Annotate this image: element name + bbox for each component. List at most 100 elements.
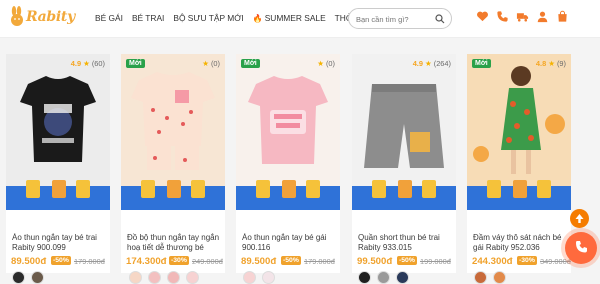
star-icon: ★ bbox=[548, 59, 555, 68]
product-card[interactable]: 4.9 ★ (60) Áo thun ngắn tay bé trai Rabi… bbox=[6, 54, 110, 284]
gift-bag-icon bbox=[372, 180, 386, 198]
review-count: (0) bbox=[210, 59, 220, 68]
product-image[interactable]: Mới ★ (0) bbox=[121, 54, 225, 186]
old-price: 249.000đ bbox=[192, 257, 223, 266]
product-card[interactable]: Mới 4.8 ★ (9) Đầm váy thô sát nách bé gá… bbox=[467, 54, 571, 284]
discount-badge: -50% bbox=[281, 256, 301, 265]
old-price: 179.000đ bbox=[74, 257, 105, 266]
cart-icon[interactable] bbox=[556, 10, 569, 23]
old-price: 199.000đ bbox=[420, 257, 451, 266]
nav-item-be-trai[interactable]: BÉ TRAI bbox=[132, 13, 164, 23]
promo-banner bbox=[236, 180, 340, 210]
tshirt-pink-image bbox=[248, 76, 328, 164]
gift-bag-icon bbox=[487, 180, 501, 198]
arrow-up-icon bbox=[575, 214, 584, 223]
rabbit-logo-icon bbox=[11, 6, 23, 26]
product-image[interactable]: 4.9 ★ (60) bbox=[6, 54, 110, 186]
gift-bag-icon bbox=[52, 180, 66, 198]
phone-icon[interactable] bbox=[496, 10, 509, 23]
product-name[interactable]: Áo thun ngắn tay bé gái 900.116 bbox=[242, 233, 338, 253]
discount-badge: -30% bbox=[517, 256, 537, 265]
product-card[interactable]: Mới ★ (0) Áo thun ngắn tay bé gái 900.11… bbox=[236, 54, 340, 284]
product-price: 89.500đ bbox=[11, 256, 47, 267]
product-price: 99.500đ bbox=[357, 256, 393, 267]
gift-bag-icon bbox=[398, 180, 412, 198]
nav-item-bo-suu-tap-moi[interactable]: BỘ SƯU TẬP MỚI bbox=[173, 13, 243, 23]
product-rating: ★ (0) bbox=[317, 59, 335, 68]
pajama-set-image bbox=[131, 72, 215, 170]
gift-bag-icon bbox=[167, 180, 181, 198]
old-price: 179.000đ bbox=[304, 257, 335, 266]
brand-logo[interactable]: Rabity bbox=[8, 3, 75, 33]
gift-bag-icon bbox=[537, 180, 551, 198]
review-count: (60) bbox=[91, 59, 105, 68]
product-name[interactable]: Đồ bộ thun ngắn tay ngắn hoạ tiết dễ thư… bbox=[127, 233, 223, 253]
truck-icon[interactable] bbox=[516, 10, 529, 23]
nav-item-summer-sale-label: SUMMER SALE bbox=[264, 13, 326, 23]
scroll-to-top-button[interactable] bbox=[570, 209, 589, 228]
star-icon: ★ bbox=[317, 59, 324, 68]
nav-item-summer-sale[interactable]: 🔥 SUMMER SALE bbox=[253, 13, 326, 23]
product-image[interactable]: 4.9 ★ (264) bbox=[352, 54, 456, 186]
rating-value: 4.9 bbox=[70, 59, 82, 68]
gift-bag-icon bbox=[513, 180, 527, 198]
gift-bag-icon bbox=[422, 180, 436, 198]
heart-icon[interactable] bbox=[476, 10, 489, 23]
search-icon[interactable] bbox=[435, 14, 445, 24]
rating-value: 4.8 bbox=[535, 59, 547, 68]
dress-girl-image bbox=[473, 66, 565, 174]
gift-bag-icon bbox=[306, 180, 320, 198]
new-badge: Mới bbox=[241, 59, 260, 68]
promo-banner bbox=[6, 180, 110, 210]
gift-bag-icon bbox=[282, 180, 296, 198]
gift-bag-icon bbox=[141, 180, 155, 198]
search-input[interactable] bbox=[356, 12, 434, 26]
tshirt-black-image bbox=[20, 76, 96, 162]
review-count: (264) bbox=[433, 59, 451, 68]
gift-bag-icon bbox=[191, 180, 205, 198]
product-rating: ★ (0) bbox=[202, 59, 220, 68]
nav-item-be-gai[interactable]: BÉ GÁI bbox=[95, 13, 123, 23]
fire-icon: 🔥 bbox=[252, 13, 263, 23]
discount-badge: -30% bbox=[169, 256, 189, 265]
product-name[interactable]: Quần short thun bé trai Rabity 933.015 bbox=[358, 233, 454, 253]
star-icon: ★ bbox=[425, 59, 432, 68]
gift-bag-icon bbox=[256, 180, 270, 198]
product-name[interactable]: Đầm váy thô sát nách bé gái Rabity 952.0… bbox=[473, 233, 569, 253]
product-rating: 4.9 ★ (60) bbox=[71, 59, 105, 68]
discount-badge: -50% bbox=[51, 256, 71, 265]
star-icon: ★ bbox=[202, 59, 209, 68]
shorts-grey-image bbox=[364, 84, 444, 168]
product-price: 89.500đ bbox=[241, 256, 277, 267]
promo-banner bbox=[352, 180, 456, 210]
call-hotline-button[interactable] bbox=[565, 232, 597, 264]
product-name[interactable]: Áo thun ngắn tay bé trai Rabity 900.099 bbox=[12, 233, 108, 253]
header-icons bbox=[476, 10, 569, 23]
new-badge: Mới bbox=[472, 59, 491, 68]
product-image[interactable]: Mới 4.8 ★ (9) bbox=[467, 54, 571, 186]
gift-bag-icon bbox=[76, 180, 90, 198]
review-count: (0) bbox=[325, 59, 335, 68]
promo-banner bbox=[121, 180, 225, 210]
promo-banner bbox=[467, 180, 571, 210]
main-nav: BÉ GÁI BÉ TRAI BỘ SƯU TẬP MỚI 🔥 SUMMER S… bbox=[95, 13, 388, 23]
product-rating: 4.9 ★ (264) bbox=[413, 59, 451, 68]
product-price: 174.300đ bbox=[126, 256, 167, 267]
user-icon[interactable] bbox=[536, 10, 549, 23]
rating-value: 4.9 bbox=[412, 59, 423, 68]
discount-badge: -50% bbox=[397, 256, 417, 265]
brand-name: Rabity bbox=[26, 9, 75, 25]
phone-call-icon bbox=[576, 241, 587, 253]
site-header: Rabity BÉ GÁI BÉ TRAI BỘ SƯU TẬP MỚI 🔥 S… bbox=[0, 0, 600, 38]
product-card[interactable]: 4.9 ★ (264) Quần short thun bé trai Rabi… bbox=[352, 54, 456, 284]
product-image[interactable]: Mới ★ (0) bbox=[236, 54, 340, 186]
product-rating: 4.8 ★ (9) bbox=[536, 59, 566, 68]
product-card[interactable]: Mới ★ (0) Đồ bộ thun ngắn tay ngắn hoạ t… bbox=[121, 54, 225, 284]
product-price: 244.300đ bbox=[472, 256, 513, 267]
gift-bag-icon bbox=[26, 180, 40, 198]
new-badge: Mới bbox=[126, 59, 145, 68]
search-box bbox=[348, 8, 452, 29]
review-count: (9) bbox=[556, 59, 566, 68]
product-grid: 4.9 ★ (60) Áo thun ngắn tay bé trai Rabi… bbox=[0, 38, 600, 284]
star-icon: ★ bbox=[83, 59, 90, 68]
